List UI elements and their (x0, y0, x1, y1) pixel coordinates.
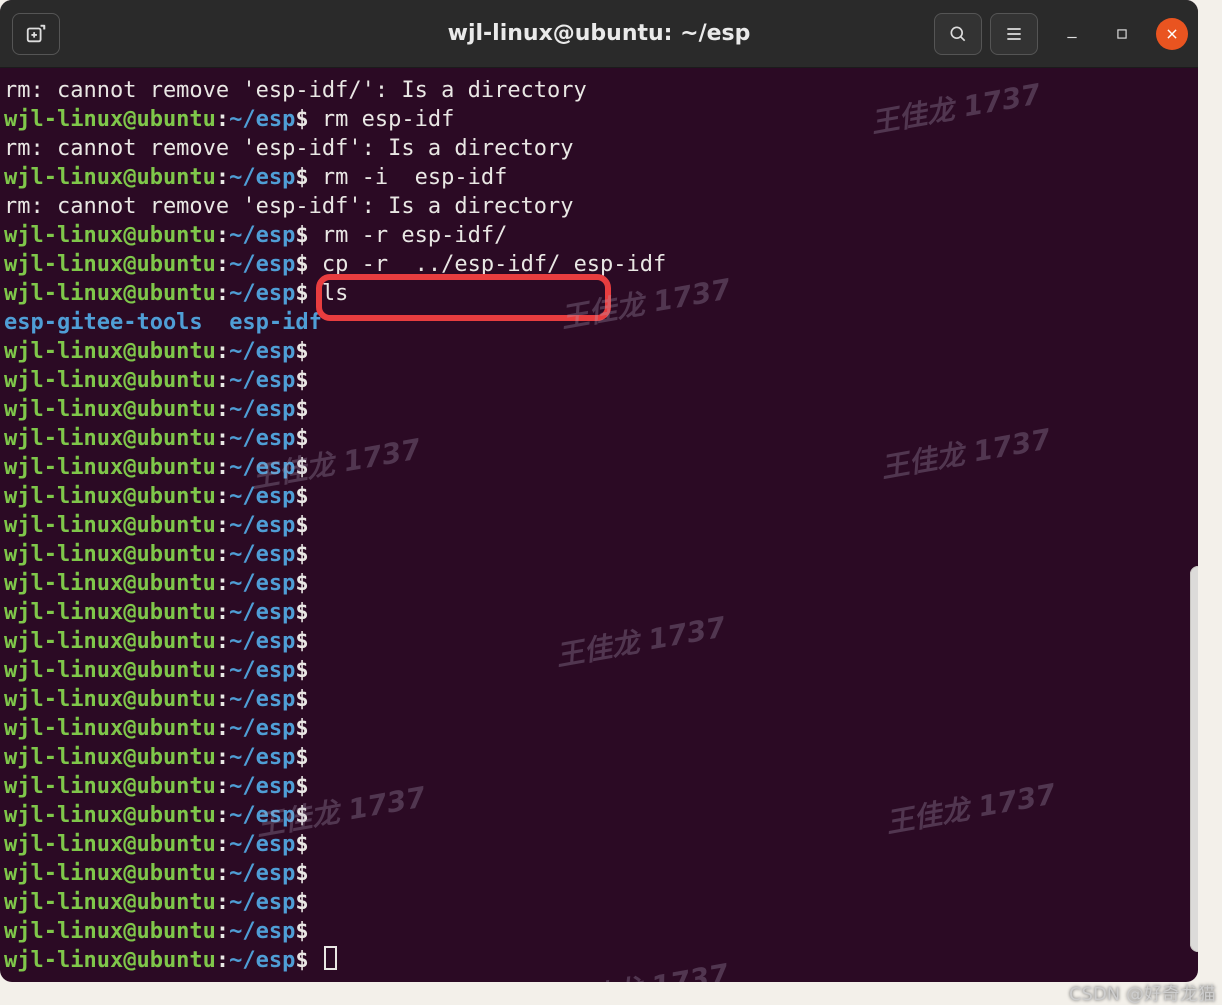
minimize-button[interactable] (1056, 18, 1088, 50)
terminal-prompt-line: wjl-linux@ubuntu:~/esp$ cp -r ../esp-idf… (4, 250, 1198, 279)
new-tab-button[interactable] (12, 13, 60, 55)
terminal-prompt-line: wjl-linux@ubuntu:~/esp$ (4, 656, 1198, 685)
terminal[interactable]: rm: cannot remove 'esp-idf/': Is a direc… (0, 68, 1198, 982)
terminal-prompt-line: wjl-linux@ubuntu:~/esp$ ls (4, 279, 1198, 308)
terminal-output: rm: cannot remove 'esp-idf': Is a direct… (4, 194, 574, 219)
terminal-prompt-line: wjl-linux@ubuntu:~/esp$ (4, 946, 1198, 975)
terminal-prompt-line: wjl-linux@ubuntu:~/esp$ (4, 482, 1198, 511)
search-icon (948, 24, 968, 44)
titlebar: wjl-linux@ubuntu: ~/esp (0, 0, 1198, 68)
terminal-prompt-line: wjl-linux@ubuntu:~/esp$ (4, 743, 1198, 772)
terminal-prompt-line: wjl-linux@ubuntu:~/esp$ (4, 801, 1198, 830)
terminal-prompt-line: wjl-linux@ubuntu:~/esp$ (4, 714, 1198, 743)
cursor (324, 946, 337, 970)
search-button[interactable] (934, 13, 982, 55)
new-tab-icon (25, 23, 47, 45)
terminal-prompt-line: wjl-linux@ubuntu:~/esp$ (4, 453, 1198, 482)
menu-button[interactable] (990, 13, 1038, 55)
terminal-prompt-line: wjl-linux@ubuntu:~/esp$ (4, 540, 1198, 569)
terminal-prompt-line: wjl-linux@ubuntu:~/esp$ (4, 859, 1198, 888)
ls-listing: esp-gitee-tools esp-idf (4, 308, 1198, 337)
terminal-prompt-line: wjl-linux@ubuntu:~/esp$ (4, 366, 1198, 395)
directory-entry: esp-gitee-tools (4, 310, 203, 335)
close-button[interactable] (1156, 18, 1188, 50)
directory-entry: esp-idf (229, 310, 322, 335)
terminal-prompt-line: wjl-linux@ubuntu:~/esp$ (4, 888, 1198, 917)
terminal-prompt-line: wjl-linux@ubuntu:~/esp$ (4, 830, 1198, 859)
terminal-prompt-line: wjl-linux@ubuntu:~/esp$ (4, 627, 1198, 656)
terminal-prompt-line: wjl-linux@ubuntu:~/esp$ rm -i esp-idf (4, 163, 1198, 192)
terminal-prompt-line: wjl-linux@ubuntu:~/esp$ rm -r esp-idf/ (4, 221, 1198, 250)
terminal-output: rm: cannot remove 'esp-idf': Is a direct… (4, 136, 574, 161)
hamburger-icon (1004, 24, 1024, 44)
terminal-prompt-line: wjl-linux@ubuntu:~/esp$ (4, 598, 1198, 627)
terminal-prompt-line: wjl-linux@ubuntu:~/esp$ (4, 424, 1198, 453)
close-icon (1165, 27, 1179, 41)
scrollbar[interactable] (1190, 566, 1198, 952)
maximize-button[interactable] (1106, 18, 1138, 50)
terminal-prompt-line: wjl-linux@ubuntu:~/esp$ (4, 685, 1198, 714)
terminal-prompt-line: wjl-linux@ubuntu:~/esp$ (4, 511, 1198, 540)
terminal-prompt-line: wjl-linux@ubuntu:~/esp$ (4, 772, 1198, 801)
terminal-prompt-line: wjl-linux@ubuntu:~/esp$ rm esp-idf (4, 105, 1198, 134)
terminal-prompt-line: wjl-linux@ubuntu:~/esp$ (4, 337, 1198, 366)
csdn-attribution: CSDN @好奇龙猫 (1069, 986, 1216, 1004)
maximize-icon (1115, 27, 1129, 41)
terminal-prompt-line: wjl-linux@ubuntu:~/esp$ (4, 395, 1198, 424)
terminal-prompt-line: wjl-linux@ubuntu:~/esp$ (4, 917, 1198, 946)
terminal-window: wjl-linux@ubuntu: ~/esp rm: cannot remov… (0, 0, 1198, 982)
minimize-icon (1065, 27, 1079, 41)
terminal-output: rm: cannot remove 'esp-idf/': Is a direc… (4, 78, 587, 103)
terminal-prompt-line: wjl-linux@ubuntu:~/esp$ (4, 569, 1198, 598)
